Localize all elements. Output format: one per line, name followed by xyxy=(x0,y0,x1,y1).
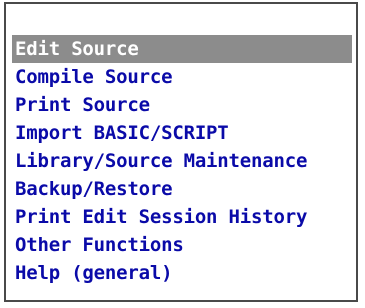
menu-item-print-source[interactable]: Print Source xyxy=(12,91,352,119)
menu-item-backup-restore[interactable]: Backup/Restore xyxy=(12,175,352,203)
menu-item-edit-source[interactable]: Edit Source xyxy=(12,35,352,63)
menu-panel: Edit Source Compile Source Print Source … xyxy=(6,4,356,300)
menu-item-library-source-maintenance[interactable]: Library/Source Maintenance xyxy=(12,147,352,175)
menu-item-print-edit-session-history[interactable]: Print Edit Session History xyxy=(12,203,352,231)
menu-item-other-functions[interactable]: Other Functions xyxy=(12,231,352,259)
main-menu: Edit Source Compile Source Print Source … xyxy=(12,35,352,287)
menu-item-compile-source[interactable]: Compile Source xyxy=(12,63,352,91)
menu-item-help-general[interactable]: Help (general) xyxy=(12,259,352,287)
menu-item-import-basic-script[interactable]: Import BASIC/SCRIPT xyxy=(12,119,352,147)
menu-frame: Edit Source Compile Source Print Source … xyxy=(4,2,358,302)
screen: Edit Source Compile Source Print Source … xyxy=(0,0,365,308)
